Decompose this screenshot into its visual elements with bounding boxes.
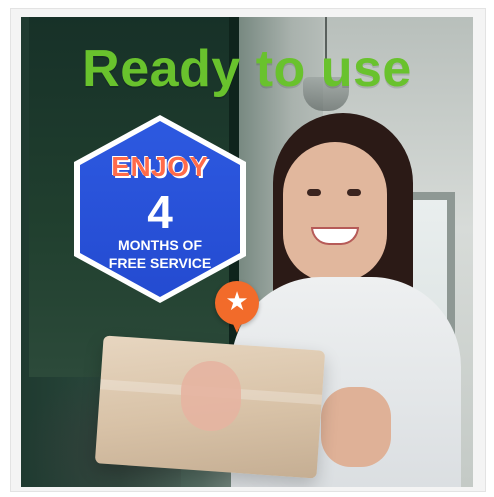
promo-hexagon-badge: ENJOY 4 MONTHS OF FREE SERVICE	[74, 115, 246, 303]
promo-text: ENJOY 4 MONTHS OF FREE SERVICE	[74, 115, 246, 303]
promo-line-1: MONTHS OF	[118, 237, 202, 253]
product-image[interactable]: Ready to use ENJOY 4 MONTHS OF FREE SERV…	[21, 17, 473, 487]
woman-face	[283, 142, 387, 282]
woman-hand	[321, 387, 391, 467]
star-icon: ★	[225, 286, 249, 316]
promo-number: 4	[147, 186, 173, 238]
woman-eye-right	[347, 189, 361, 196]
foreground-hand	[181, 361, 241, 431]
headline: Ready to use	[82, 40, 412, 98]
promo-line-2: FREE SERVICE	[108, 255, 212, 271]
location-star-icon: ★	[215, 281, 259, 341]
promo-enjoy: ENJOY	[111, 151, 209, 182]
woman-eye-left	[307, 189, 321, 196]
